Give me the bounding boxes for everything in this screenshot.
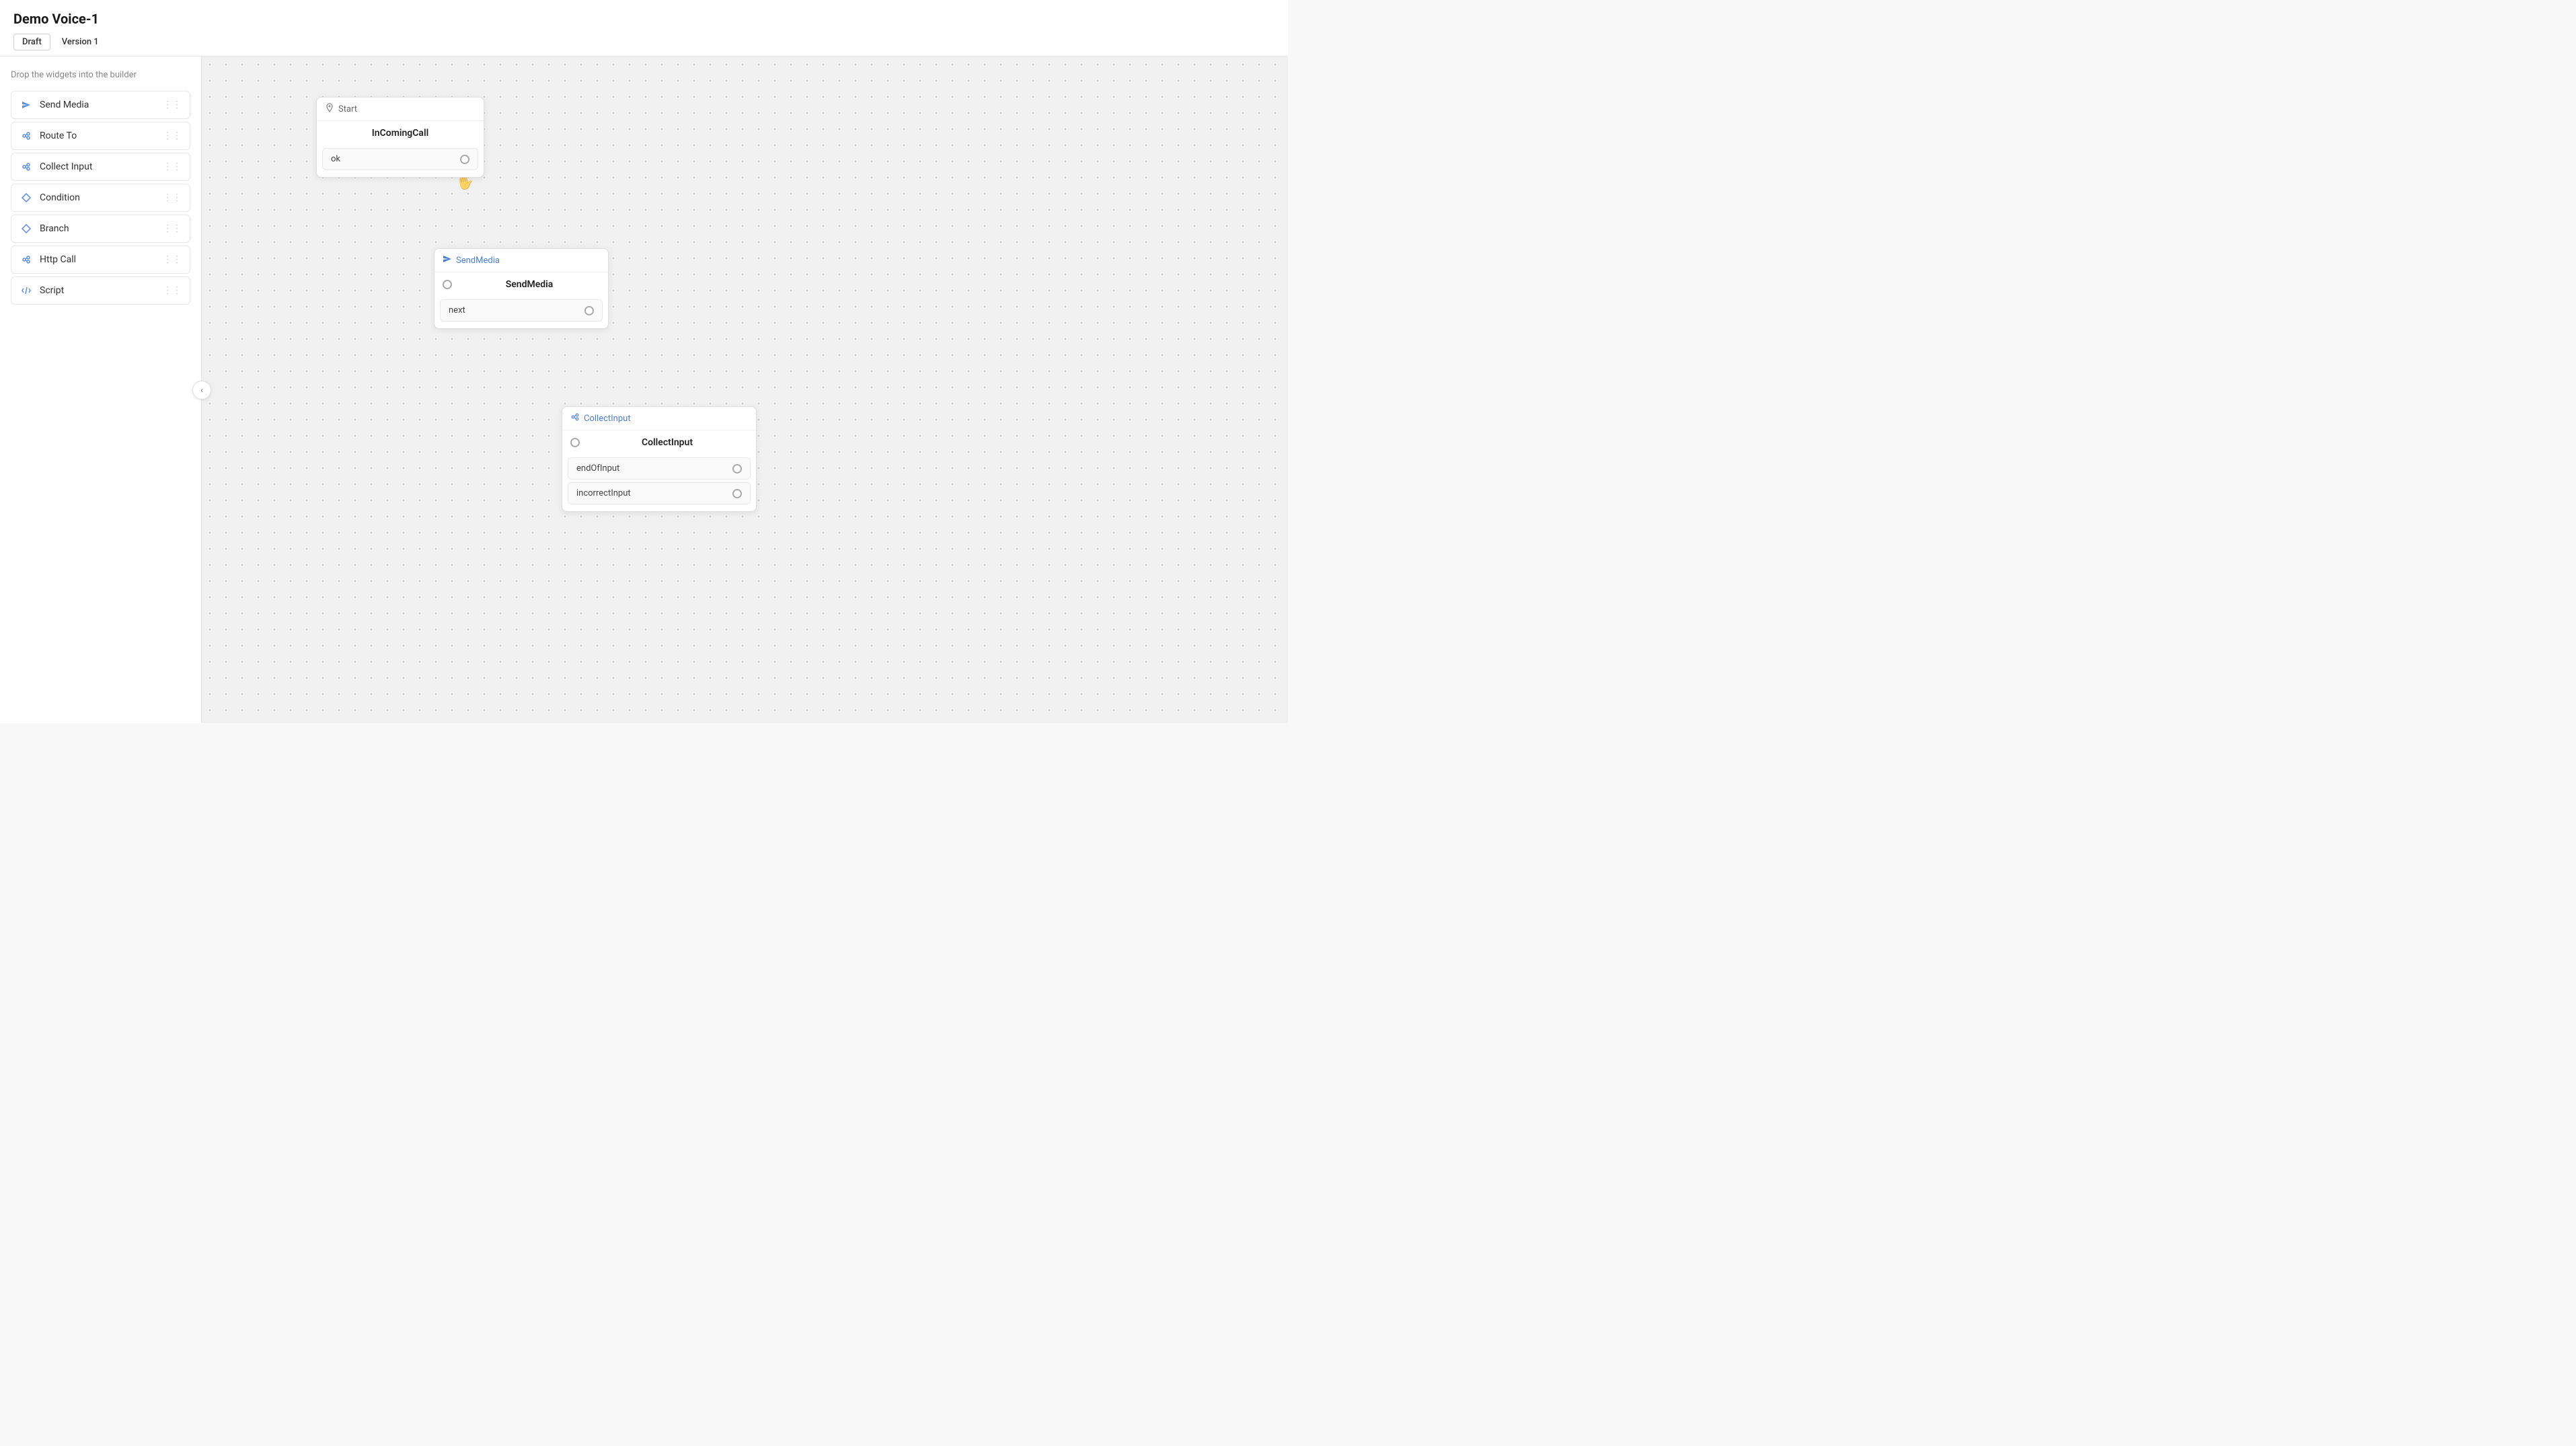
- widget-script-drag: ⋮⋮: [163, 285, 182, 296]
- collect-input-node-connector-left[interactable]: [570, 438, 580, 447]
- widget-script-label: Script: [40, 285, 64, 296]
- widget-collect-input-drag: ⋮⋮: [163, 161, 182, 172]
- canvas-area[interactable]: ✋ Start InComingCall ok: [202, 56, 1288, 723]
- send-media-node-header-icon: [443, 254, 452, 266]
- start-node[interactable]: Start InComingCall ok: [316, 97, 484, 178]
- sidebar-hint: Drop the widgets into the builder: [11, 70, 190, 80]
- widget-collect-input[interactable]: Collect Input ⋮⋮: [11, 153, 190, 181]
- widget-condition-drag: ⋮⋮: [163, 192, 182, 203]
- http-call-icon: [20, 253, 33, 266]
- route-to-icon: [20, 129, 33, 143]
- collect-input-node-port-incorrect[interactable]: incorrectInput: [568, 482, 751, 504]
- start-node-port-ok-label: ok: [331, 154, 340, 164]
- collect-input-node-port-end-connector[interactable]: [732, 464, 742, 473]
- widget-http-call-left: Http Call: [20, 253, 76, 266]
- widget-script[interactable]: Script ⋮⋮: [11, 276, 190, 305]
- send-media-node-title: SendMedia: [456, 256, 500, 266]
- sidebar: Drop the widgets into the builder Send M…: [0, 56, 202, 723]
- main-area: Drop the widgets into the builder Send M…: [0, 56, 1288, 723]
- collect-input-node-port-incorrect-connector[interactable]: [732, 489, 742, 498]
- start-node-header: Start: [317, 98, 484, 121]
- widget-collect-input-left: Collect Input: [20, 160, 92, 174]
- widget-collect-input-label: Collect Input: [40, 161, 92, 172]
- send-media-node-body: SendMedia: [459, 279, 600, 290]
- app-container: Demo Voice-1 Draft Version 1 Drop the wi…: [0, 0, 1288, 723]
- send-media-node-port-next-label: next: [449, 305, 465, 315]
- start-node-header-icon: [325, 103, 334, 115]
- sidebar-collapse-button[interactable]: ‹: [192, 381, 211, 399]
- collect-input-node-header: CollectInput: [562, 407, 756, 430]
- send-media-node[interactable]: SendMedia SendMedia next: [434, 248, 609, 329]
- collect-input-node[interactable]: CollectInput CollectInput endOfInput inc…: [562, 406, 757, 512]
- start-node-port-ok-connector[interactable]: [460, 155, 469, 164]
- version-tabs: Draft Version 1: [13, 34, 1275, 50]
- condition-icon: [20, 191, 33, 204]
- widget-send-media[interactable]: Send Media ⋮⋮: [11, 91, 190, 119]
- widget-list: Send Media ⋮⋮: [11, 91, 190, 305]
- collect-input-node-port-end[interactable]: endOfInput: [568, 457, 751, 480]
- app-title: Demo Voice-1: [13, 11, 1275, 27]
- collect-input-node-header-icon: [570, 412, 580, 424]
- widget-send-media-label: Send Media: [40, 100, 89, 110]
- send-media-icon: [20, 98, 33, 112]
- start-node-port-ok[interactable]: ok: [322, 148, 478, 170]
- widget-route-to-left: Route To: [20, 129, 77, 143]
- widget-route-to[interactable]: Route To ⋮⋮: [11, 122, 190, 150]
- start-node-body: InComingCall: [317, 121, 484, 145]
- widget-route-to-label: Route To: [40, 130, 77, 141]
- widget-http-call-drag: ⋮⋮: [163, 254, 182, 265]
- collect-input-node-port-end-label: endOfInput: [576, 463, 619, 473]
- collect-input-node-title: CollectInput: [584, 414, 631, 424]
- send-media-node-port-next[interactable]: next: [440, 299, 603, 321]
- top-header: Demo Voice-1 Draft Version 1: [0, 0, 1288, 56]
- widget-condition-label: Condition: [40, 192, 80, 203]
- collect-input-node-port-incorrect-label: incorrectInput: [576, 488, 631, 498]
- widget-http-call-label: Http Call: [40, 254, 76, 265]
- send-media-node-port-next-connector[interactable]: [584, 306, 594, 315]
- widget-route-to-drag: ⋮⋮: [163, 130, 182, 141]
- widget-script-left: Script: [20, 284, 64, 297]
- widget-send-media-drag: ⋮⋮: [163, 100, 182, 110]
- send-media-node-header: SendMedia: [434, 249, 608, 272]
- send-media-node-connector-left[interactable]: [443, 280, 452, 289]
- widget-branch[interactable]: Branch ⋮⋮: [11, 215, 190, 243]
- collect-input-node-body: CollectInput: [586, 437, 748, 448]
- widget-branch-label: Branch: [40, 223, 69, 234]
- widget-condition[interactable]: Condition ⋮⋮: [11, 184, 190, 212]
- tab-version1[interactable]: Version 1: [53, 34, 108, 50]
- script-icon: [20, 284, 33, 297]
- widget-condition-left: Condition: [20, 191, 80, 204]
- widget-branch-drag: ⋮⋮: [163, 223, 182, 234]
- tab-draft[interactable]: Draft: [13, 34, 50, 50]
- branch-icon: [20, 222, 33, 235]
- start-node-title: Start: [338, 104, 357, 114]
- collect-input-icon: [20, 160, 33, 174]
- widget-branch-left: Branch: [20, 222, 69, 235]
- widget-send-media-left: Send Media: [20, 98, 89, 112]
- widget-http-call[interactable]: Http Call ⋮⋮: [11, 245, 190, 274]
